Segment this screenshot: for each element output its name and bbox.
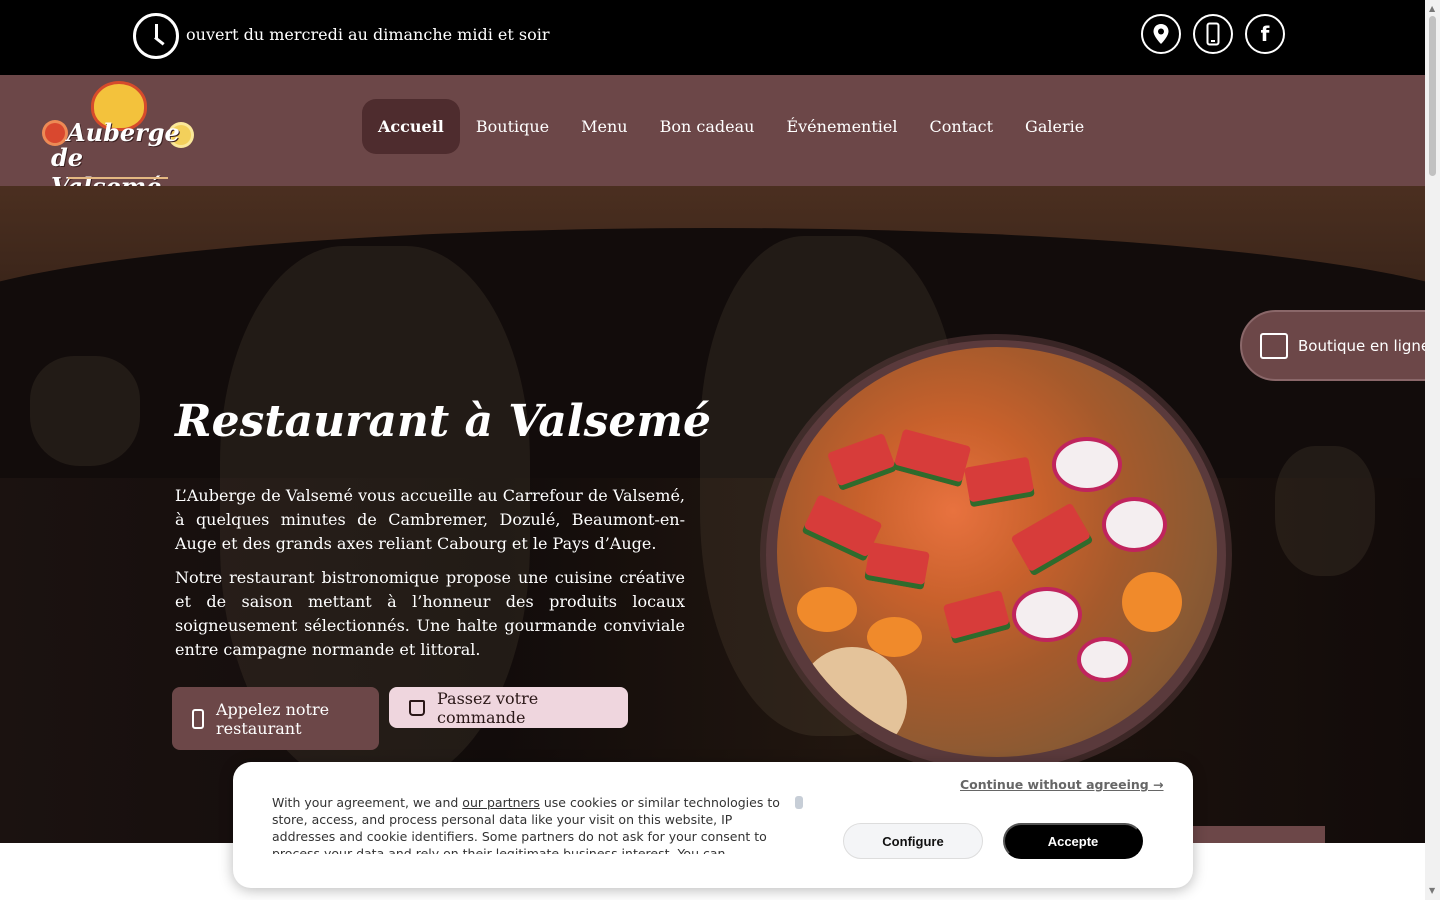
accept-button[interactable]: Accepte: [1003, 823, 1143, 859]
online-shop-tab[interactable]: Boutique en ligne: [1240, 310, 1440, 381]
nav-item-menu[interactable]: Menu: [565, 99, 643, 154]
fruit-platter-image: [777, 347, 1217, 757]
hero-title: Restaurant à Valsemé: [175, 396, 711, 447]
nav-item-galerie[interactable]: Galerie: [1009, 99, 1100, 154]
phone-icon: [192, 708, 204, 729]
cookie-consent-text: With your agreement, we and our partners…: [272, 794, 794, 854]
continue-without-agreeing-link[interactable]: Continue without agreeing →: [960, 777, 1164, 792]
order-button-label: Passez votre commande: [437, 688, 539, 727]
facebook-icon[interactable]: f: [1245, 14, 1285, 54]
hero-paragraph-1: L’Auberge de Valsemé vous accueille au C…: [175, 486, 685, 553]
configure-button[interactable]: Configure: [843, 823, 983, 859]
auberge-logo[interactable]: Auberge de Valsemé: [43, 79, 193, 201]
online-shop-label: Boutique en ligne: [1298, 336, 1431, 355]
nav-item-contact[interactable]: Contact: [914, 99, 1010, 154]
call-restaurant-button[interactable]: Appelez notre restaurant: [172, 687, 379, 750]
nav-menu: Accueil Boutique Menu Bon cadeau Événeme…: [362, 99, 1100, 154]
nav-item-bon-cadeau[interactable]: Bon cadeau: [644, 99, 771, 154]
scroll-down-arrow-icon[interactable]: ▼: [1429, 886, 1435, 895]
scrollbar-thumb[interactable]: [1429, 16, 1436, 176]
opening-hours: ouvert du mercredi au dimanche midi et s…: [186, 25, 550, 44]
hero-paragraph-2: Notre restaurant bistronomique propose u…: [175, 568, 685, 659]
scroll-up-arrow-icon[interactable]: ▲: [1429, 4, 1435, 13]
shopping-bag-icon: [409, 699, 425, 716]
nav-item-accueil[interactable]: Accueil: [362, 99, 460, 154]
nav-item-boutique[interactable]: Boutique: [460, 99, 565, 154]
logo-ornament: [68, 177, 168, 179]
call-button-label: Appelez notre restaurant: [216, 699, 330, 738]
main-navigation: Auberge de Valsemé Accueil Boutique Menu…: [0, 75, 1425, 201]
cookie-text-start: With your agreement, we and: [272, 795, 463, 810]
bokeh-light: [1275, 446, 1375, 576]
bokeh-light: [30, 356, 140, 466]
phone-icon[interactable]: [1193, 14, 1233, 54]
social-links: f: [1141, 14, 1285, 54]
order-button[interactable]: Passez votre commande: [389, 687, 628, 728]
shop-icon: [1260, 332, 1288, 359]
nav-item-evenementiel[interactable]: Événementiel: [770, 99, 913, 154]
cookie-text-scroll-indicator[interactable]: [795, 796, 803, 809]
clock-icon: [133, 13, 179, 59]
top-info-bar: ouvert du mercredi au dimanche midi et s…: [0, 0, 1425, 75]
red-flower-icon: [45, 123, 65, 143]
map-pin-icon[interactable]: [1141, 14, 1181, 54]
partners-link[interactable]: our partners: [462, 795, 540, 810]
cookie-consent-banner: With your agreement, we and our partners…: [233, 762, 1193, 888]
